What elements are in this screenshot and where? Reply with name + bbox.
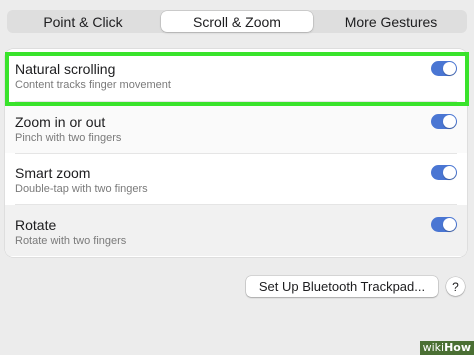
settings-group: Natural scrolling Content tracks finger … [5, 49, 467, 257]
setting-subtitle: Pinch with two fingers [15, 132, 122, 144]
setting-row-natural-scrolling: Natural scrolling Content tracks finger … [5, 49, 467, 100]
setup-bluetooth-trackpad-button[interactable]: Set Up Bluetooth Trackpad... [246, 276, 438, 297]
setting-subtitle: Double-tap with two fingers [15, 183, 148, 195]
setting-title: Rotate [15, 217, 57, 233]
smart-zoom-toggle[interactable] [431, 165, 457, 180]
setting-row-rotate: Rotate Rotate with two fingers [5, 205, 467, 256]
watermark-suffix: How [444, 341, 471, 354]
tab-bar: Point & Click Scroll & Zoom More Gesture… [7, 10, 467, 33]
watermark-prefix: wiki [422, 341, 445, 354]
zoom-toggle[interactable] [431, 114, 457, 129]
setting-title: Natural scrolling [15, 61, 116, 77]
wikihow-watermark: wikiHow [419, 341, 474, 355]
tab-more-gestures[interactable]: More Gestures [315, 10, 467, 33]
toggle-knob [443, 218, 456, 231]
toggle-knob [443, 62, 456, 75]
toggle-knob [443, 166, 456, 179]
setting-row-zoom: Zoom in or out Pinch with two fingers [5, 102, 467, 153]
setting-row-smart-zoom: Smart zoom Double-tap with two fingers [5, 153, 467, 204]
toggle-knob [443, 115, 456, 128]
setting-subtitle: Content tracks finger movement [15, 79, 171, 91]
tab-scroll-and-zoom[interactable]: Scroll & Zoom [161, 11, 313, 32]
natural-scrolling-toggle[interactable] [431, 61, 457, 76]
help-button[interactable]: ? [446, 277, 465, 296]
setting-title: Smart zoom [15, 165, 91, 181]
setting-title: Zoom in or out [15, 114, 106, 130]
setting-subtitle: Rotate with two fingers [15, 235, 127, 247]
tab-point-and-click[interactable]: Point & Click [7, 10, 159, 33]
rotate-toggle[interactable] [431, 217, 457, 232]
